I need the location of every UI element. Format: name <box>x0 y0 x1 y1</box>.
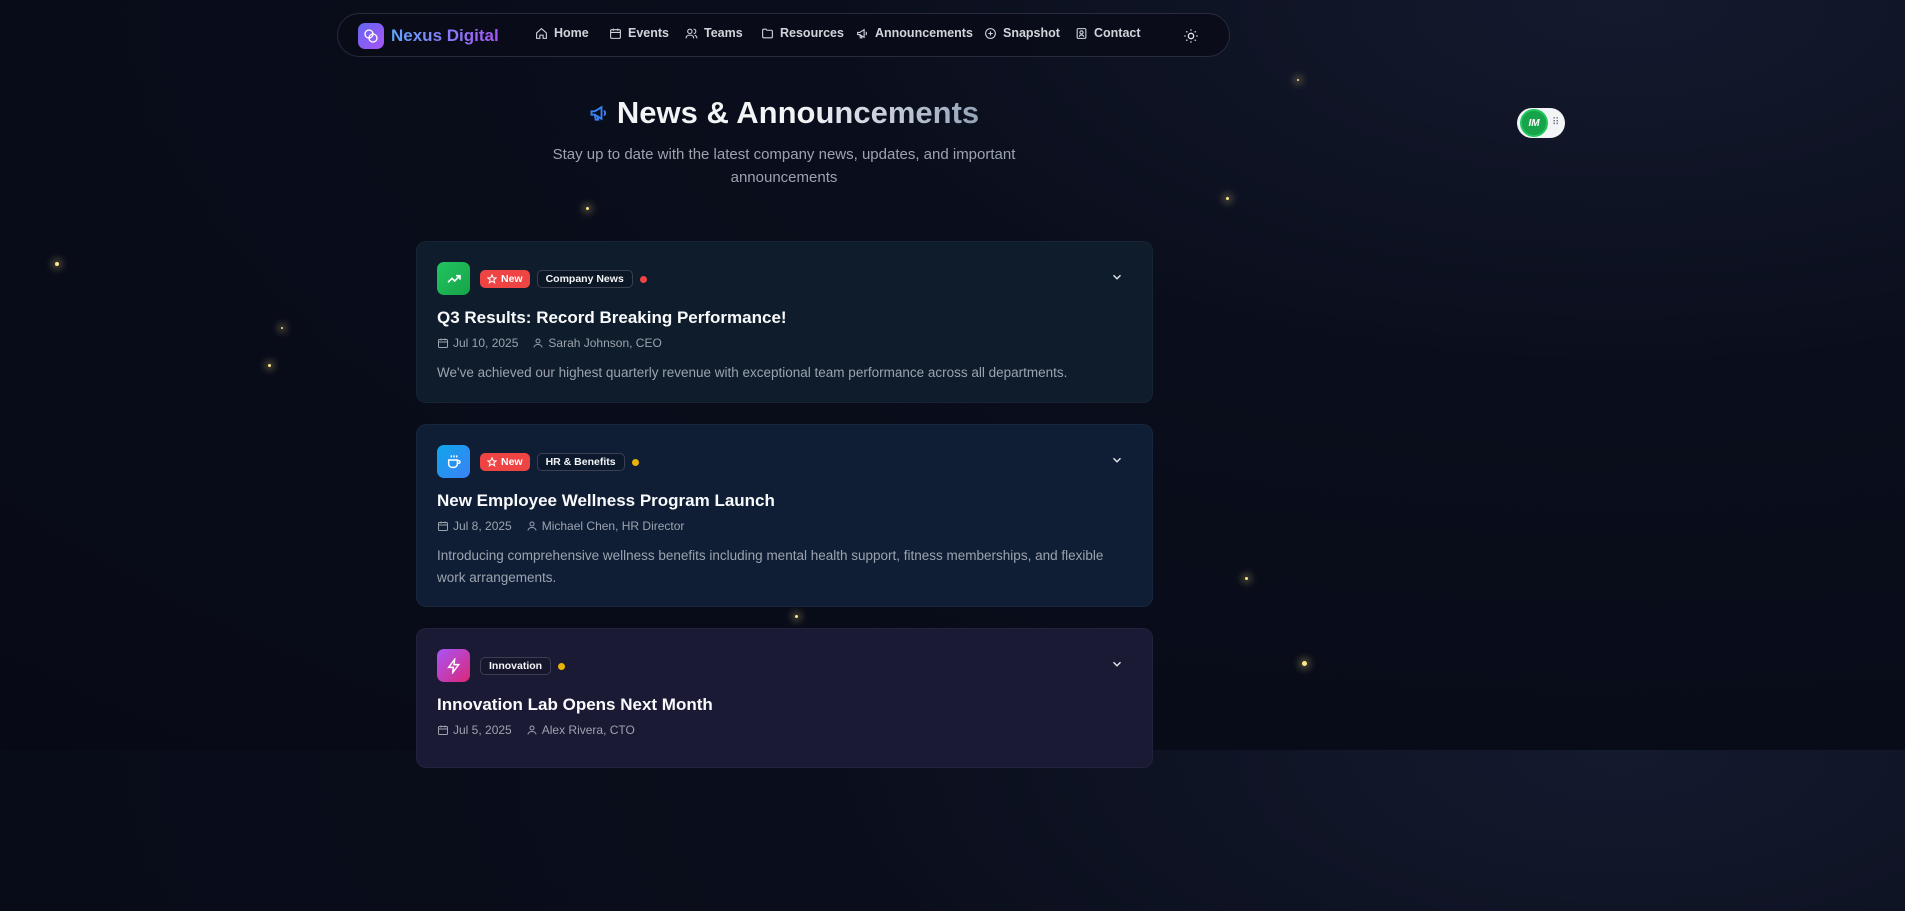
lightning-icon <box>446 657 460 674</box>
megaphone-icon <box>590 105 606 121</box>
trending-up-icon <box>446 274 461 283</box>
nav-item-announcements[interactable]: Announcements <box>856 26 973 40</box>
background-star <box>1226 197 1229 200</box>
user-icon <box>527 725 537 735</box>
announcement-card[interactable]: New Company News Q3 Results: Record Brea… <box>416 241 1153 403</box>
category-icon-box <box>437 445 470 478</box>
page-subtitle: Stay up to date with the latest company … <box>552 146 1016 186</box>
nav-item-home[interactable]: Home <box>535 26 589 40</box>
priority-dot <box>631 458 639 466</box>
background-star <box>281 327 283 329</box>
home-icon <box>536 27 547 39</box>
background-star <box>795 615 798 618</box>
announcement-card[interactable]: New HR & Benefits New Employee Wellness … <box>416 424 1153 607</box>
chevron-down-icon[interactable] <box>1110 270 1124 284</box>
author-meta: Sarah Johnson, CEO <box>532 336 662 350</box>
brand-logo-icon <box>364 29 378 43</box>
nav-item-contact[interactable]: Contact <box>1075 26 1141 40</box>
calendar-icon <box>438 521 448 531</box>
background-star <box>1297 79 1299 81</box>
announcement-description: Introducing comprehensive wellness benef… <box>437 548 1104 585</box>
announcement-description: We've achieved our highest quarterly rev… <box>437 365 1068 380</box>
announcement-meta: Jul 5, 2025 Alex Rivera, CTO <box>437 723 635 737</box>
nav-item-label: Resources <box>780 26 844 40</box>
priority-dot <box>558 662 566 670</box>
announcement-author: Sarah Johnson, CEO <box>548 336 662 350</box>
calendar-icon <box>438 338 448 348</box>
announcement-title: Innovation Lab Opens Next Month <box>437 695 713 714</box>
nav-item-label: Snapshot <box>1003 26 1060 40</box>
background-star <box>268 364 271 367</box>
announcement-title: Q3 Results: Record Breaking Performance! <box>437 308 787 327</box>
background-star <box>586 207 589 210</box>
announcement-meta: Jul 8, 2025 Michael Chen, HR Director <box>437 519 684 533</box>
announcement-title: New Employee Wellness Program Launch <box>437 491 775 510</box>
widget-logo[interactable]: IM <box>1520 109 1548 137</box>
megaphone-icon <box>857 28 868 38</box>
sun-icon[interactable] <box>1183 28 1199 44</box>
folder-icon <box>762 28 773 38</box>
date-meta: Jul 5, 2025 <box>437 723 512 737</box>
chevron-down-icon[interactable] <box>1110 453 1124 467</box>
brand-name[interactable]: Nexus Digital <box>391 26 499 46</box>
contact-icon <box>1076 27 1087 39</box>
category-icon-box <box>437 649 470 682</box>
new-badge: New <box>480 270 530 288</box>
coffee-icon <box>447 454 461 468</box>
author-meta: Alex Rivera, CTO <box>526 723 635 737</box>
nav-item-resources[interactable]: Resources <box>761 26 844 40</box>
top-navbar: Nexus Digital Home Events Teams Resource… <box>337 13 1230 57</box>
calendar-icon <box>610 28 621 39</box>
star-icon <box>487 457 497 467</box>
announcement-date: Jul 5, 2025 <box>453 723 512 737</box>
background-star <box>55 262 59 266</box>
nav-item-label: Contact <box>1094 26 1141 40</box>
snapshot-icon <box>985 27 996 39</box>
badge-row: New Company News <box>480 270 647 288</box>
floating-widget[interactable]: IM ⠿ <box>1517 108 1565 138</box>
announcement-date: Jul 10, 2025 <box>453 336 519 350</box>
nav-item-label: Teams <box>704 26 743 40</box>
nav-item-label: Home <box>554 26 589 40</box>
page-title: News & Announcements <box>616 95 980 130</box>
new-badge-label: New <box>501 273 523 285</box>
user-icon <box>527 521 537 531</box>
announcement-date: Jul 8, 2025 <box>453 519 512 533</box>
category-icon-box <box>437 262 470 295</box>
announcement-author: Michael Chen, HR Director <box>541 519 685 533</box>
nav-item-label: Events <box>628 26 669 40</box>
drag-handle-icon[interactable]: ⠿ <box>1552 118 1559 128</box>
nav-item-teams[interactable]: Teams <box>685 26 743 40</box>
new-badge: New <box>480 453 530 471</box>
brand-logo[interactable] <box>358 23 384 49</box>
category-badge: Innovation <box>480 657 552 675</box>
page-header: News & Announcements <box>0 95 1568 131</box>
user-icon <box>533 338 543 348</box>
users-icon <box>685 28 698 38</box>
new-badge-label: New <box>501 456 523 468</box>
priority-dot <box>639 275 647 283</box>
category-badge: HR & Benefits <box>536 453 625 471</box>
chevron-down-icon[interactable] <box>1110 657 1124 671</box>
announcement-card[interactable]: Innovation Innovation Lab Opens Next Mon… <box>416 628 1153 768</box>
announcement-author: Alex Rivera, CTO <box>541 723 635 737</box>
nav-item-label: Announcements <box>875 26 973 40</box>
author-meta: Michael Chen, HR Director <box>526 519 685 533</box>
star-icon <box>487 274 497 284</box>
announcement-meta: Jul 10, 2025 Sarah Johnson, CEO <box>437 336 662 350</box>
nav-item-events[interactable]: Events <box>609 26 669 40</box>
page-title-wrap: News & Announcements <box>589 95 979 131</box>
nav-item-snapshot[interactable]: Snapshot <box>984 26 1060 40</box>
calendar-icon <box>438 725 448 735</box>
date-meta: Jul 8, 2025 <box>437 519 512 533</box>
date-meta: Jul 10, 2025 <box>437 336 518 350</box>
badge-row: New HR & Benefits <box>480 453 639 471</box>
background-star <box>1302 661 1307 666</box>
background-star <box>1245 577 1248 580</box>
category-badge: Company News <box>536 270 633 288</box>
badge-row: Innovation <box>480 657 566 675</box>
